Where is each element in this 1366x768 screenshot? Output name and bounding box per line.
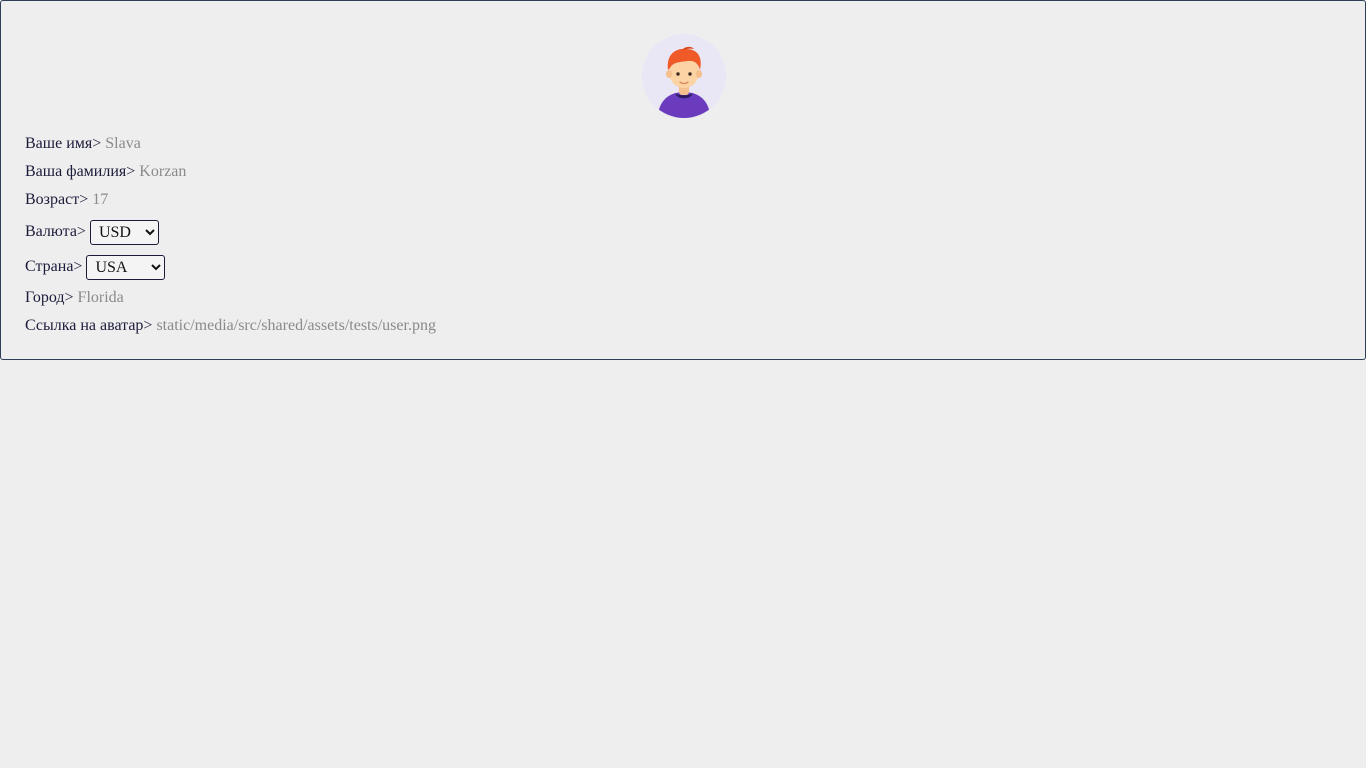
first-name-row: Ваше имя> Slava bbox=[25, 135, 141, 153]
last-name-row: Ваша фамилия> Korzan bbox=[25, 163, 186, 181]
city-value[interactable]: Florida bbox=[78, 289, 124, 306]
first-name-value[interactable]: Slava bbox=[105, 135, 141, 152]
age-label: Возраст> bbox=[25, 191, 89, 208]
user-avatar-icon bbox=[642, 34, 726, 118]
currency-label: Валюта> bbox=[25, 223, 86, 240]
age-value[interactable]: 17 bbox=[92, 191, 108, 208]
avatar-link-value[interactable]: static/media/src/shared/assets/tests/use… bbox=[156, 317, 436, 334]
city-label: Город> bbox=[25, 289, 74, 306]
avatar bbox=[642, 34, 726, 118]
avatar-link-label: Ссылка на аватар> bbox=[25, 317, 153, 334]
country-row: Страна> USA bbox=[25, 254, 166, 280]
last-name-value[interactable]: Korzan bbox=[139, 163, 186, 180]
country-select[interactable]: USA bbox=[86, 255, 166, 280]
age-row: Возраст> 17 bbox=[25, 191, 108, 209]
currency-select[interactable]: USD bbox=[89, 220, 159, 245]
profile-card: Ваше имя> Slava Ваша фамилия> Korzan Возра… bbox=[0, 0, 1366, 360]
avatar-link-row: Ссылка на аватар> static/media/src/shared… bbox=[25, 317, 436, 335]
last-name-label: Ваша фамилия> bbox=[25, 163, 136, 180]
currency-row: Валюта> USD bbox=[25, 219, 159, 245]
city-row: Город> Florida bbox=[25, 289, 124, 307]
country-label: Страна> bbox=[25, 258, 83, 275]
first-name-label: Ваше имя> bbox=[25, 135, 102, 152]
